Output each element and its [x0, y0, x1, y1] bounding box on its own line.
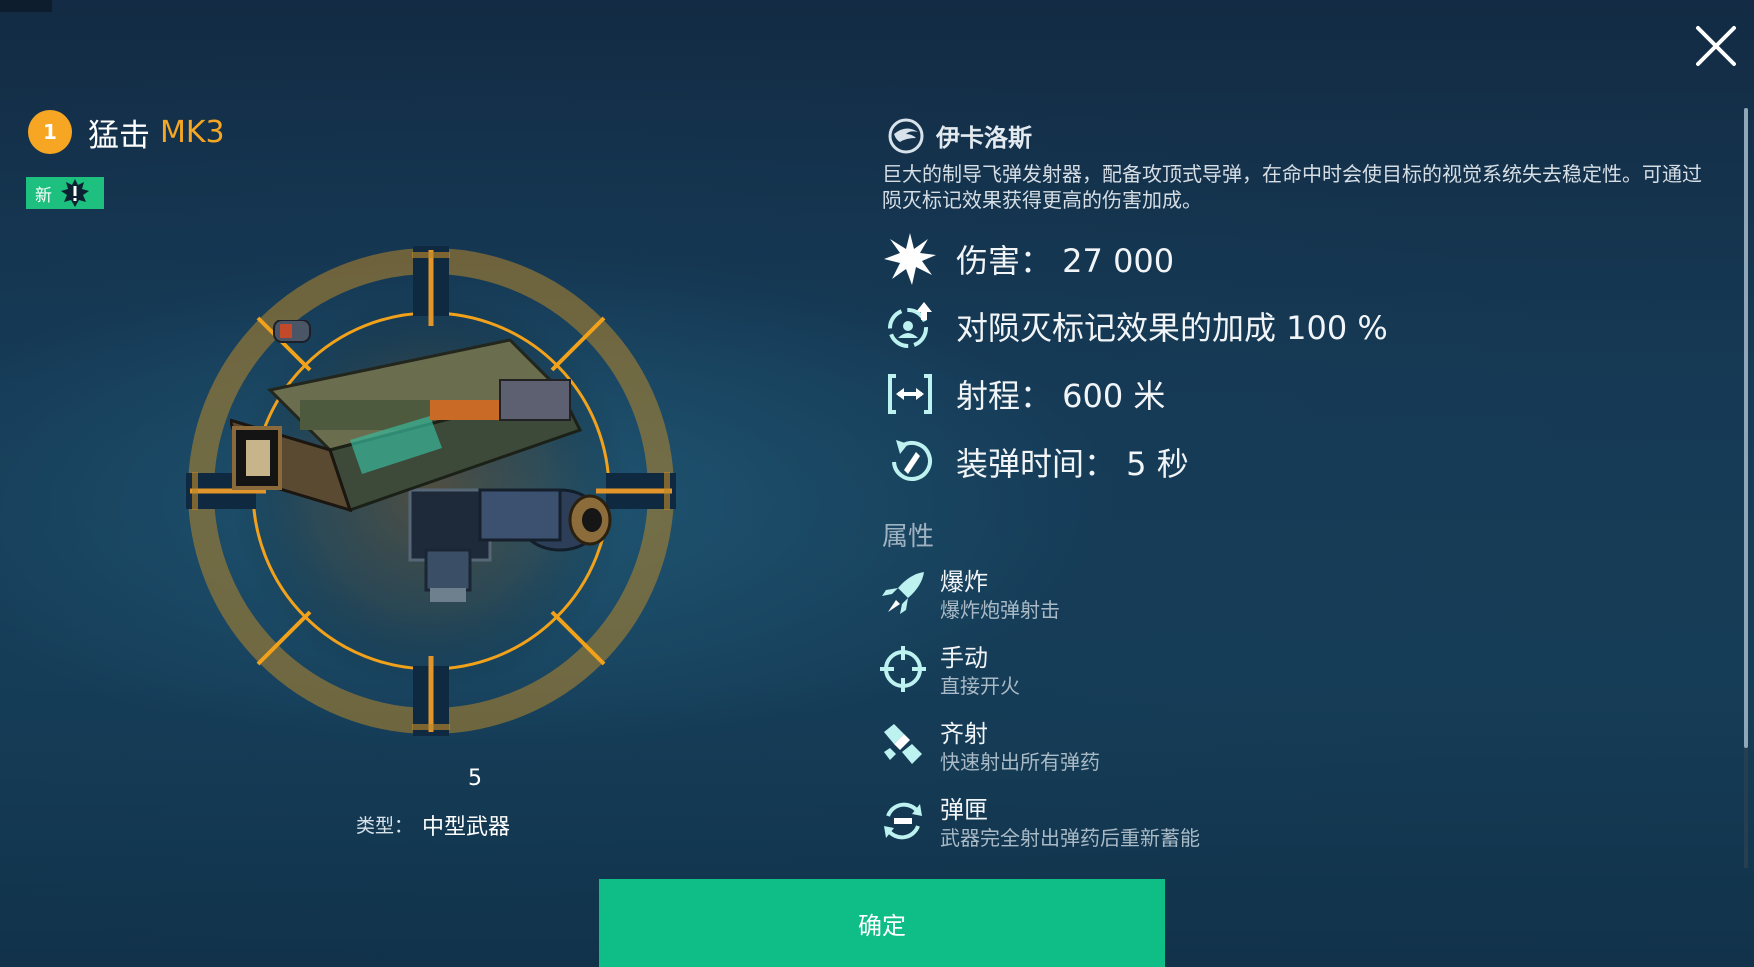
new-badge-label: 新 [35, 185, 52, 206]
faction-icarus-icon [888, 118, 924, 154]
stat-damage-text: 伤害： 27 000 [956, 242, 1175, 280]
scrollbar-thumb[interactable] [1744, 108, 1748, 748]
attribute-salvo-title: 齐射 [940, 720, 988, 748]
stat-reload-time: 装弹时间： 5 秒 [882, 434, 1189, 490]
attribute-manual-title: 手动 [940, 644, 988, 672]
type-label: 类型： [356, 815, 414, 837]
weapon-mark: MK3 [160, 114, 225, 150]
salvo-icon [884, 724, 922, 764]
doom-mark-bonus-icon [888, 302, 932, 348]
close-icon[interactable] [1692, 22, 1740, 70]
attribute-explosive-desc: 爆炸炮弹射击 [940, 598, 1060, 622]
weapon-description: 巨大的制导飞弹发射器，配备攻顶式导弹，在命中时会使目标的视觉系统失去稳定性。可通… [882, 162, 1702, 212]
attribute-magazine-title: 弹匣 [940, 796, 988, 824]
attribute-salvo-desc: 快速射出所有弹药 [940, 750, 1100, 774]
weapon-name: 猛击 [88, 117, 150, 154]
faction-name: 伊卡洛斯 [936, 124, 1032, 152]
weapon-title: 1 猛击 MK3 [28, 110, 225, 154]
scrollbar[interactable] [1744, 108, 1748, 868]
attribute-magazine-desc: 武器完全射出弹药后重新蓄能 [940, 826, 1200, 850]
stat-range: 射程： 600 米 [882, 366, 1165, 422]
type-value: 中型武器 [422, 815, 511, 840]
range-icon [888, 374, 932, 414]
attribute-manual-desc: 直接开火 [940, 674, 1020, 698]
tier-value: 5 [468, 766, 482, 791]
corner-tab [0, 0, 52, 12]
crosshair-icon [880, 646, 926, 692]
stat-damage: 伤害： 27 000 [882, 231, 1174, 287]
new-badge: 新 [26, 177, 104, 209]
stat-range-text: 射程： 600 米 [956, 377, 1166, 415]
stat-reload-time-text: 装弹时间： 5 秒 [956, 445, 1189, 483]
attribute-explosive-title: 爆炸 [940, 568, 988, 596]
damage-burst-icon [884, 233, 936, 285]
level-badge: 1 [28, 110, 72, 154]
stat-doom-mark-bonus-text: 对陨灭标记效果的加成 100 % [956, 309, 1388, 347]
magazine-icon [884, 802, 922, 840]
rocket-icon [882, 572, 924, 614]
alert-icon [61, 179, 89, 207]
weapon-launcher-image [230, 320, 612, 602]
stat-doom-mark-bonus: 对陨灭标记效果的加成 100 % [882, 298, 1388, 354]
reload-icon [892, 440, 932, 481]
confirm-button[interactable]: 确定 [599, 879, 1165, 967]
attributes-header: 属性 [882, 522, 935, 552]
